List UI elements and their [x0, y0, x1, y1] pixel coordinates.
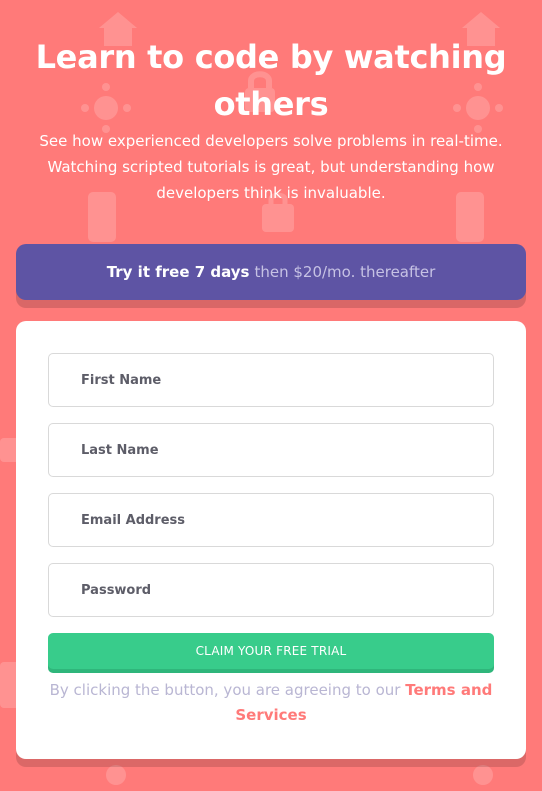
signup-form: CLAIM YOUR FREE TRIAL By clicking the bu…: [16, 321, 526, 759]
hero-section: Learn to code by watching others See how…: [0, 0, 542, 206]
password-input[interactable]: [81, 582, 493, 598]
claim-free-trial-button[interactable]: CLAIM YOUR FREE TRIAL: [48, 633, 494, 669]
offer-details: then $20/mo. thereafter: [254, 263, 436, 281]
terms-prefix: By clicking the button, you are agreeing…: [49, 681, 401, 699]
hero-description: See how experienced developers solve pro…: [39, 132, 503, 202]
trial-offer-banner: Try it free 7 days then $20/mo. thereaft…: [16, 244, 526, 300]
last-name-input[interactable]: [81, 442, 493, 458]
virus-icon: [106, 765, 126, 785]
email-field: [48, 493, 494, 547]
first-name-field: [48, 353, 494, 407]
virus-icon: [473, 765, 493, 785]
password-field: [48, 563, 494, 617]
page-title: Learn to code by watching others: [35, 38, 507, 123]
offer-highlight: Try it free 7 days: [106, 263, 250, 281]
email-input[interactable]: [81, 512, 493, 528]
last-name-field: [48, 423, 494, 477]
terms-agreement: By clicking the button, you are agreeing…: [48, 678, 494, 728]
first-name-input[interactable]: [81, 372, 493, 388]
